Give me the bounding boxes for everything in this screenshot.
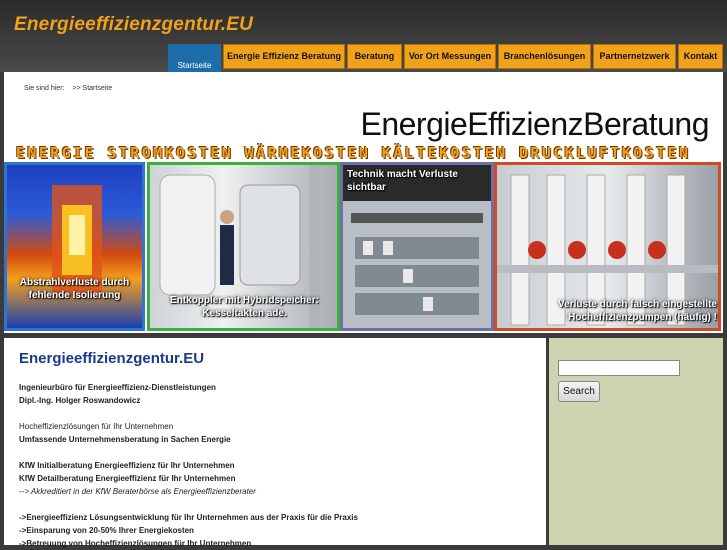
author-line: Dipl.-Ing. Holger Roswandowicz: [19, 396, 141, 405]
banner-subtitle: ENERGIE STROMKOSTEN WÄRMEKOSTEN KÄLTEKOS…: [16, 144, 691, 162]
page-title: Energieeffizienzgentur.EU: [19, 350, 205, 367]
banner-photo-pumps: Verluste durch falsch eingestellte Hoche…: [494, 162, 721, 331]
banner-photo-thermal: Abstrahlverluste durch fehlende Isolieru…: [4, 162, 145, 331]
search-input[interactable]: [558, 360, 680, 376]
panel-caption-4: Verluste durch falsch eingestellte Hoche…: [558, 299, 717, 323]
search-button[interactable]: Search: [558, 381, 600, 402]
text-line: KfW Detailberatung Energieeffizienz für …: [19, 474, 236, 483]
text-line: Hocheffizienzlösungen für Ihr Unternehme…: [19, 422, 174, 431]
header-banner: EnergieEffizienzBeratung ENERGIE STROMKO…: [4, 106, 723, 333]
nav-item-vor-ort-messungen[interactable]: Vor Ort Messungen: [404, 44, 496, 69]
main-content: Energieeffizienzgentur.EU Ingenieurbüro …: [4, 338, 546, 548]
banner-photo-storage: Entkoppler mit Hybridspeicher: Kesseltak…: [147, 162, 340, 331]
breadcrumb: Sie sind hier: >> Startseite: [4, 72, 723, 106]
panel-caption-1: Abstrahlverluste durch fehlende Isolieru…: [19, 277, 130, 301]
nav-item-kontakt[interactable]: Kontakt: [678, 44, 723, 69]
text-line: Umfassende Unternehmensberatung in Sache…: [19, 435, 231, 444]
panel-caption-2: Entkoppler mit Hybridspeicher: Kesseltak…: [170, 295, 319, 319]
nav-item-branchenloesungen[interactable]: Branchenlösungen: [498, 44, 591, 69]
site-logo[interactable]: Energieeffizienzgentur.EU: [14, 14, 253, 36]
panel-caption-3: Technik macht Verluste sichtbar: [347, 169, 458, 193]
text-line: ->Energieeffizienz Lösungsentwicklung fü…: [19, 513, 358, 522]
text-line: ->Einsparung von 20-50% Ihrer Energiekos…: [19, 526, 194, 535]
banner-title: EnergieEffizienzBeratung: [360, 106, 709, 142]
nav-item-energie-effizienz-beratung[interactable]: Energie Effizienz Beratung: [223, 44, 345, 69]
breadcrumb-link[interactable]: >> Startseite: [72, 85, 112, 92]
text-line: ->Betreuung von Hocheffizienzlösungen fü…: [19, 539, 252, 548]
nav-item-partnernetzwerk[interactable]: Partnernetzwerk: [593, 44, 676, 69]
thermal-image: [52, 185, 102, 295]
sidebar: Search: [549, 338, 723, 545]
intro-line: Ingenieurbüro für Energieeffizienz-Diens…: [19, 383, 216, 392]
text-line: --> Akkreditiert in der KfW Beraterbörse…: [19, 487, 256, 496]
banner-photo-cabinet: Technik macht Verluste sichtbar: [340, 162, 494, 331]
breadcrumb-label: Sie sind hier:: [24, 85, 65, 92]
nav-item-beratung[interactable]: Beratung: [347, 44, 402, 69]
text-line: KfW Initialberatung Energieeffizienz für…: [19, 461, 235, 470]
